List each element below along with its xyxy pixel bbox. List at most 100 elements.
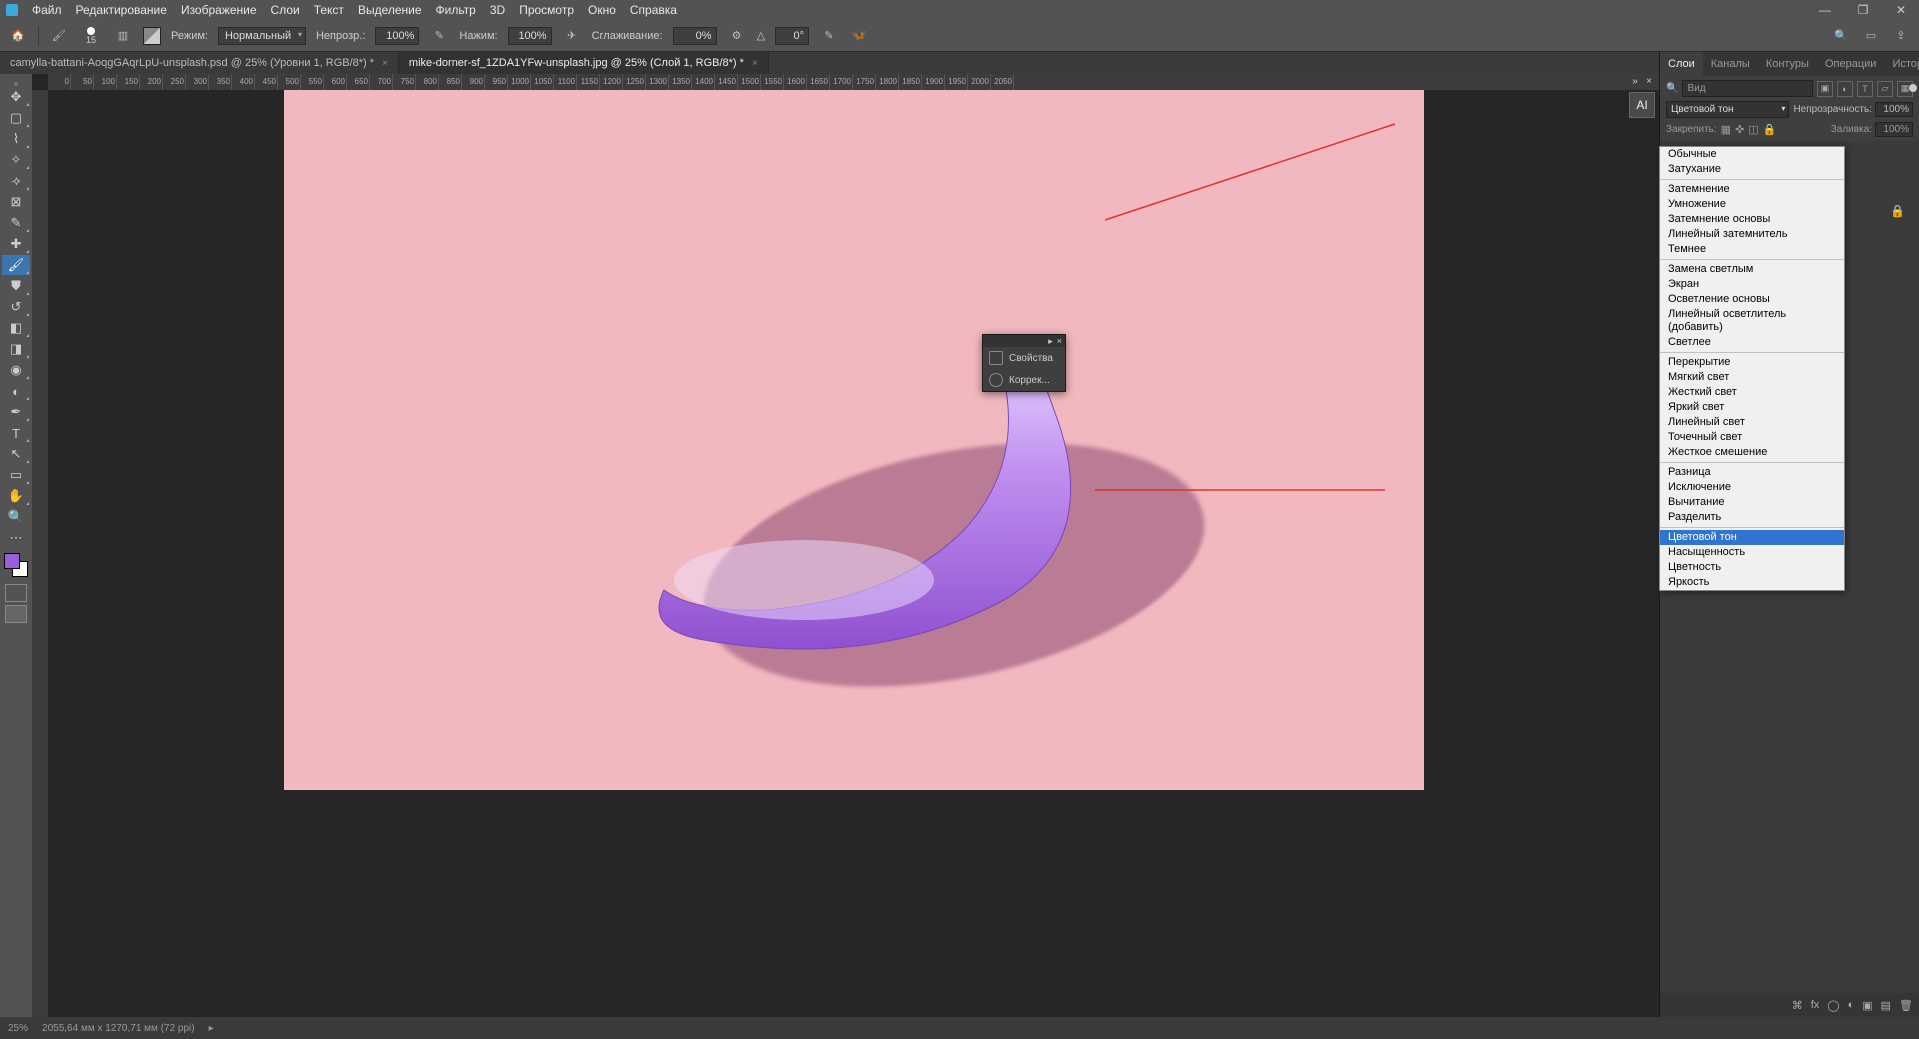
layer-lock-icon[interactable]: 🔒 <box>1890 204 1905 218</box>
blend-option[interactable]: Линейный затемнитель <box>1660 227 1844 242</box>
blend-option[interactable]: Насыщенность <box>1660 545 1844 560</box>
document-canvas[interactable] <box>284 90 1424 790</box>
delete-layer-icon[interactable]: 🗑 <box>1899 999 1913 1012</box>
tab-paths[interactable]: Контуры <box>1758 52 1817 76</box>
menu-window[interactable]: Окно <box>588 3 616 17</box>
type-tool[interactable]: T <box>2 423 30 443</box>
shape-tool[interactable]: ▭ <box>2 465 30 485</box>
menu-edit[interactable]: Редактирование <box>76 3 167 17</box>
dodge-tool[interactable]: ◐ <box>2 381 30 401</box>
panel-chevron-icon[interactable]: » <box>1629 74 1641 90</box>
zoom-value[interactable]: 25% <box>8 1023 28 1034</box>
window-restore-icon[interactable]: ❐ <box>1851 2 1875 18</box>
group-icon[interactable]: ▣ <box>1862 999 1872 1012</box>
menu-file[interactable]: Файл <box>32 3 62 17</box>
smoothing-input[interactable]: 0% <box>673 27 717 45</box>
blend-option[interactable]: Светлее <box>1660 335 1844 350</box>
heal-tool[interactable]: ✚ <box>2 234 30 254</box>
blend-option[interactable]: Линейный осветлитель (добавить) <box>1660 307 1844 335</box>
tab-channels[interactable]: Каналы <box>1703 52 1758 76</box>
layer-mask-icon[interactable]: ◯ <box>1827 999 1839 1012</box>
notification-dot-icon[interactable] <box>1909 84 1917 92</box>
gradient-tool[interactable]: ◨ <box>2 339 30 359</box>
blend-option[interactable]: Цветовой тон <box>1660 530 1844 545</box>
workspace-icon[interactable]: ▭ <box>1861 26 1881 46</box>
adjustment-layer-icon[interactable]: ◐ <box>1848 999 1855 1011</box>
eraser-tool[interactable]: ◧ <box>2 318 30 338</box>
layer-opacity-input[interactable]: 100% <box>1875 102 1913 117</box>
filter-type-icon[interactable]: T <box>1857 81 1873 97</box>
layer-search[interactable]: Вид <box>1682 80 1813 97</box>
menu-layers[interactable]: Слои <box>271 3 300 17</box>
blend-option[interactable]: Затухание <box>1660 162 1844 177</box>
symmetry-icon[interactable]: 🦋 <box>849 26 869 46</box>
wand-tool[interactable]: ✧ <box>2 150 30 170</box>
search-icon[interactable]: 🔍 <box>1831 26 1851 46</box>
menu-filter[interactable]: Фильтр <box>436 3 476 17</box>
blend-option[interactable]: Жесткий свет <box>1660 385 1844 400</box>
blend-option[interactable]: Линейный свет <box>1660 415 1844 430</box>
tab-actions[interactable]: Операции <box>1817 52 1884 76</box>
blur-tool[interactable]: ◉ <box>2 360 30 380</box>
blend-option[interactable]: Цветность <box>1660 560 1844 575</box>
hand-tool[interactable]: ✋ <box>2 486 30 506</box>
window-minimize-icon[interactable]: — <box>1813 2 1837 18</box>
quickmask-icon[interactable] <box>5 584 27 602</box>
blend-option[interactable]: Мягкий свет <box>1660 370 1844 385</box>
blend-option[interactable]: Вычитание <box>1660 495 1844 510</box>
airbrush-icon[interactable]: ✈ <box>562 26 582 46</box>
adjustments-label[interactable]: Коррек... <box>1009 375 1050 386</box>
lock-pixels-icon[interactable]: ▦ <box>1721 123 1731 136</box>
menu-image[interactable]: Изображение <box>181 3 257 17</box>
smoothing-options-icon[interactable]: ⚙ <box>727 26 747 46</box>
color-swatch[interactable] <box>4 553 28 577</box>
brush-tool[interactable]: 🖌 <box>2 255 30 275</box>
close-icon[interactable]: × <box>382 58 388 69</box>
menu-select[interactable]: Выделение <box>358 3 422 17</box>
blend-option[interactable]: Исключение <box>1660 480 1844 495</box>
history-brush-tool[interactable]: ↺ <box>2 297 30 317</box>
filter-image-icon[interactable]: ▣ <box>1817 81 1833 97</box>
collapse-icon[interactable]: ▸ <box>1048 336 1053 347</box>
marquee-tool[interactable]: ▢ <box>2 108 30 128</box>
properties-panel[interactable]: ▸× Свойства Коррек... <box>982 334 1066 392</box>
brush-panel-icon[interactable] <box>143 27 161 45</box>
blend-option[interactable]: Затемнение <box>1660 182 1844 197</box>
window-close-icon[interactable]: ✕ <box>1889 2 1913 18</box>
blend-option[interactable]: Обычные <box>1660 147 1844 162</box>
layer-fill-input[interactable]: 100% <box>1875 122 1913 137</box>
doc-tab-1[interactable]: camylla-battani-AoqgGAqrLpU-unsplash.psd… <box>0 52 399 74</box>
blend-option[interactable]: Яркость <box>1660 575 1844 590</box>
doc-tab-2[interactable]: mike-dorner-sf_1ZDA1YFw-unsplash.jpg @ 2… <box>399 52 769 74</box>
menu-text[interactable]: Текст <box>314 3 344 17</box>
stamp-tool[interactable]: ⛊ <box>2 276 30 296</box>
lasso-tool[interactable]: ⌇ <box>2 129 30 149</box>
close-icon[interactable]: × <box>752 58 758 69</box>
share-icon[interactable]: ⇪ <box>1891 26 1911 46</box>
edit-toolbar[interactable]: ⋯ <box>2 528 30 548</box>
blend-option[interactable]: Темнее <box>1660 242 1844 257</box>
opacity-input[interactable]: 100% <box>375 27 419 45</box>
angle-input[interactable]: 0° <box>775 27 809 45</box>
tab-layers[interactable]: Слои <box>1660 52 1703 76</box>
blend-option[interactable]: Перекрытие <box>1660 355 1844 370</box>
eyedropper-tool[interactable]: ✎ <box>2 213 30 233</box>
blend-mode-select[interactable]: Нормальный <box>218 27 306 45</box>
pen-tool[interactable]: ✒ <box>2 402 30 422</box>
tab-history[interactable]: История <box>1884 52 1919 76</box>
new-layer-icon[interactable]: ▤ <box>1881 999 1891 1012</box>
filter-adjust-icon[interactable]: ◐ <box>1837 81 1853 97</box>
doc-info[interactable]: 2055,64 мм x 1270,71 мм (72 ppi) <box>42 1023 195 1034</box>
brush-preview[interactable]: 15 <box>79 24 103 48</box>
home-icon[interactable]: 🏠 <box>8 26 28 46</box>
blend-option[interactable]: Яркий свет <box>1660 400 1844 415</box>
doc-info-chevron-icon[interactable]: ▸ <box>209 1023 214 1034</box>
blend-option[interactable]: Точечный свет <box>1660 430 1844 445</box>
brush-tool-icon[interactable]: 🖌 <box>49 26 69 46</box>
blend-option[interactable]: Умножение <box>1660 197 1844 212</box>
frame-tool[interactable]: ⊠ <box>2 192 30 212</box>
lock-all-icon[interactable]: 🔒 <box>1763 123 1777 136</box>
screenmode-icon[interactable] <box>5 605 27 623</box>
properties-label[interactable]: Свойства <box>1009 353 1053 364</box>
blend-option[interactable]: Затемнение основы <box>1660 212 1844 227</box>
